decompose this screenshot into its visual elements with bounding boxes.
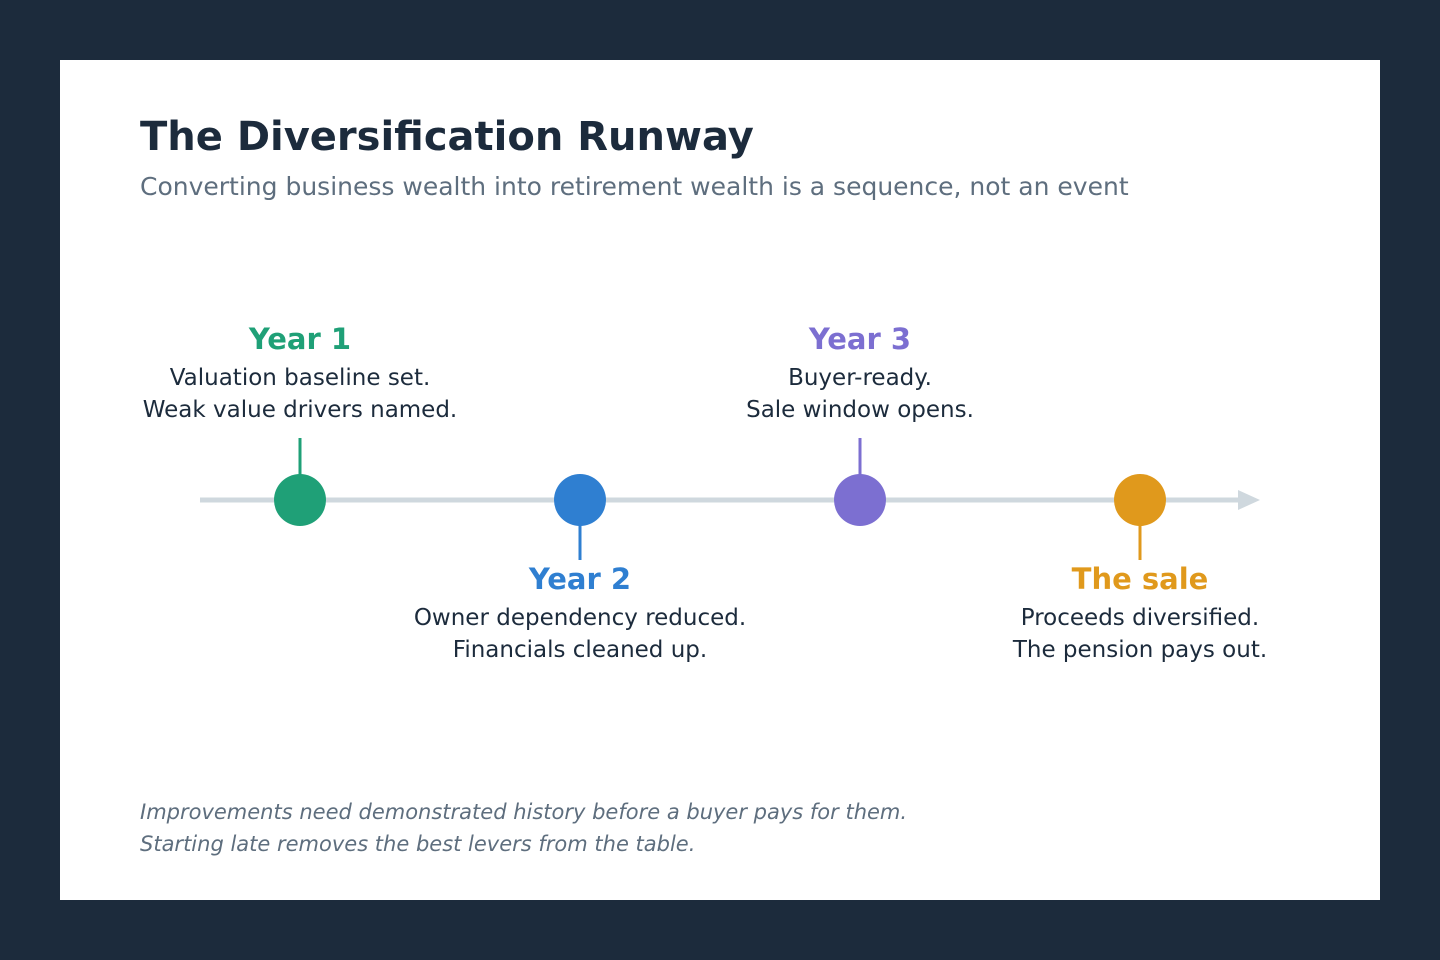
- timeline: [200, 438, 1260, 560]
- milestone-desc-line-1-year-3: Buyer-ready.: [788, 365, 932, 391]
- diagram-card: The Diversification Runway Converting bu…: [60, 60, 1380, 900]
- milestone-dot-year-1: [274, 474, 326, 526]
- milestone-dot-the-sale: [1114, 474, 1166, 526]
- milestone-desc-line-2-year-3: Sale window opens.: [746, 397, 974, 423]
- milestone-desc-line-1-year-1: Valuation baseline set.: [169, 365, 431, 391]
- milestone-title-year-3: Year 3: [808, 322, 912, 356]
- milestone-desc-line-2-year-1: Weak value drivers named.: [142, 397, 458, 423]
- milestone-desc-line-1-the-sale: Proceeds diversified.: [1020, 605, 1260, 631]
- timeline-arrowhead: [1238, 490, 1260, 510]
- milestone-desc-line-1-year-2: Owner dependency reduced.: [413, 605, 747, 631]
- milestone-title-year-2: Year 2: [528, 562, 632, 596]
- footnote-line-1: Improvements need demonstrated history b…: [140, 800, 908, 824]
- milestone-desc-line-2-the-sale: The pension pays out.: [1012, 637, 1268, 663]
- milestone-title-the-sale: The sale: [1071, 562, 1209, 596]
- footnote-line-2: Starting late removes the best levers fr…: [140, 832, 696, 856]
- milestone-dot-year-2: [554, 474, 606, 526]
- milestone-title-year-1: Year 1: [248, 322, 352, 356]
- milestone-desc-line-2-year-2: Financials cleaned up.: [452, 637, 708, 663]
- milestone-dot-year-3: [834, 474, 886, 526]
